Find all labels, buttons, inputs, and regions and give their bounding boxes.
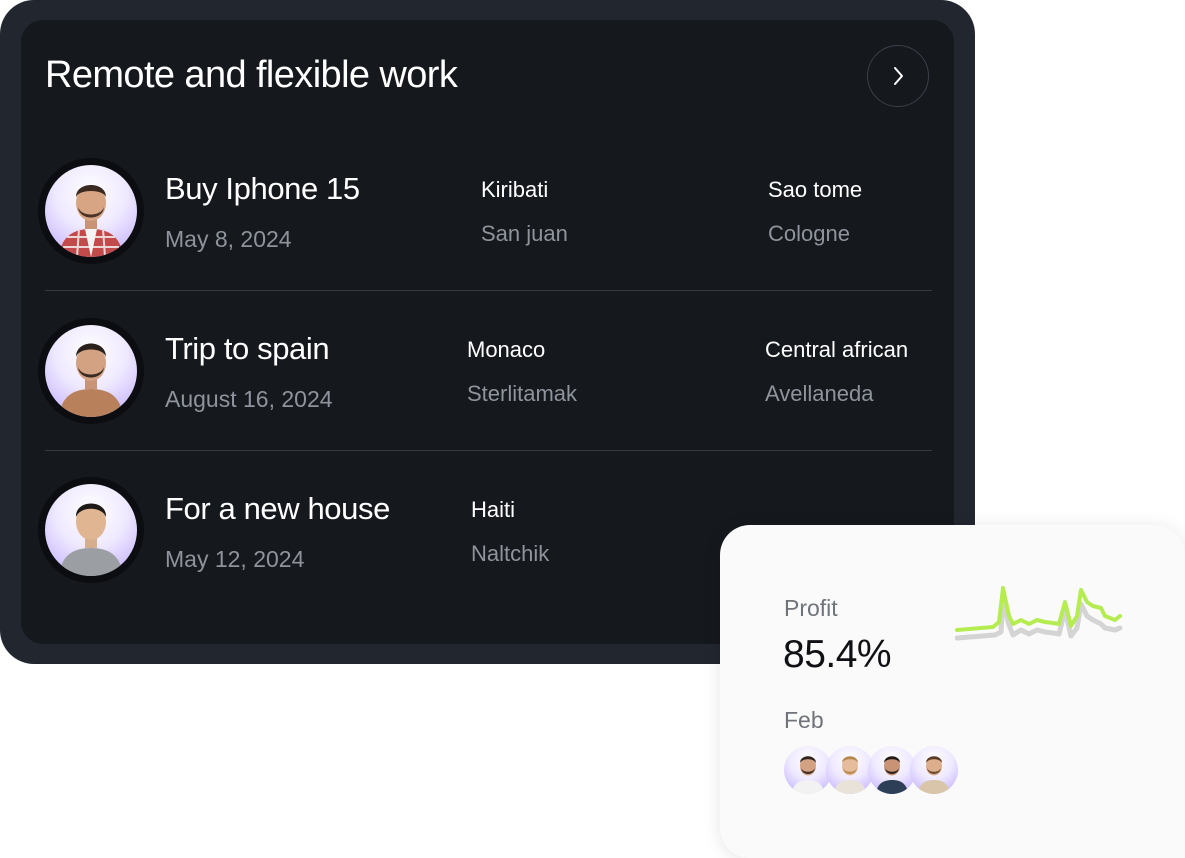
team-avatar [910,746,958,794]
chevron-right-icon [894,67,903,85]
next-button[interactable] [867,45,929,107]
location-primary: Monaco [467,337,546,362]
location-primary: Sao tome [768,177,863,202]
location-secondary: Naltchik [471,541,550,566]
row-date: August 16, 2024 [165,386,333,412]
profit-value: 85.4% [783,633,892,676]
avatar [38,318,144,424]
profit-card: Profit 85.4% Feb [720,525,1185,858]
location-secondary: Avellaneda [765,381,874,406]
row-divider [45,450,932,451]
location-secondary: Sterlitamak [467,381,578,406]
avatar [38,158,144,264]
location-secondary: San juan [481,221,568,246]
row-title: Trip to spain [165,331,330,366]
profit-sparkline [955,586,1123,641]
row-divider [45,290,932,291]
location-primary: Kiribati [481,177,549,202]
row-date: May 12, 2024 [165,546,305,572]
team-avatar [784,746,832,794]
month-label: Feb [784,707,824,733]
card-title: Remote and flexible work [45,54,458,96]
row-title: Buy Iphone 15 [165,171,360,206]
row-date: May 8, 2024 [165,226,292,252]
profit-label: Profit [784,595,838,621]
team-avatar [868,746,916,794]
location-primary: Central african [765,337,909,362]
avatar [38,477,144,583]
row-title: For a new house [165,491,390,526]
location-primary: Haiti [471,497,516,522]
team-avatar [826,746,874,794]
location-secondary: Cologne [768,221,850,246]
